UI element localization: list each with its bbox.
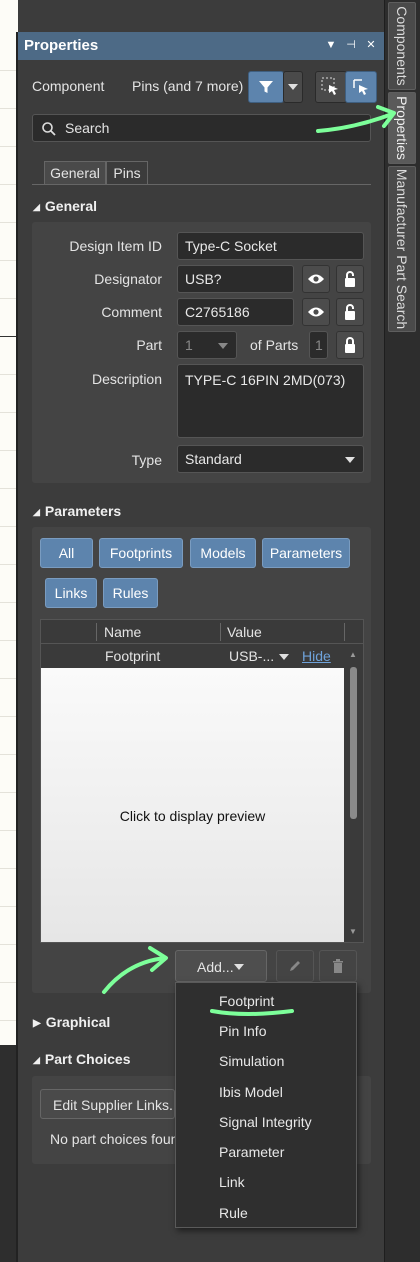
annotation-arrow-add	[102, 956, 167, 994]
annotation-arrow-properties	[316, 112, 394, 133]
annotation-underline-footprint	[210, 1009, 294, 1016]
annotation-overlay	[102, 105, 396, 1016]
